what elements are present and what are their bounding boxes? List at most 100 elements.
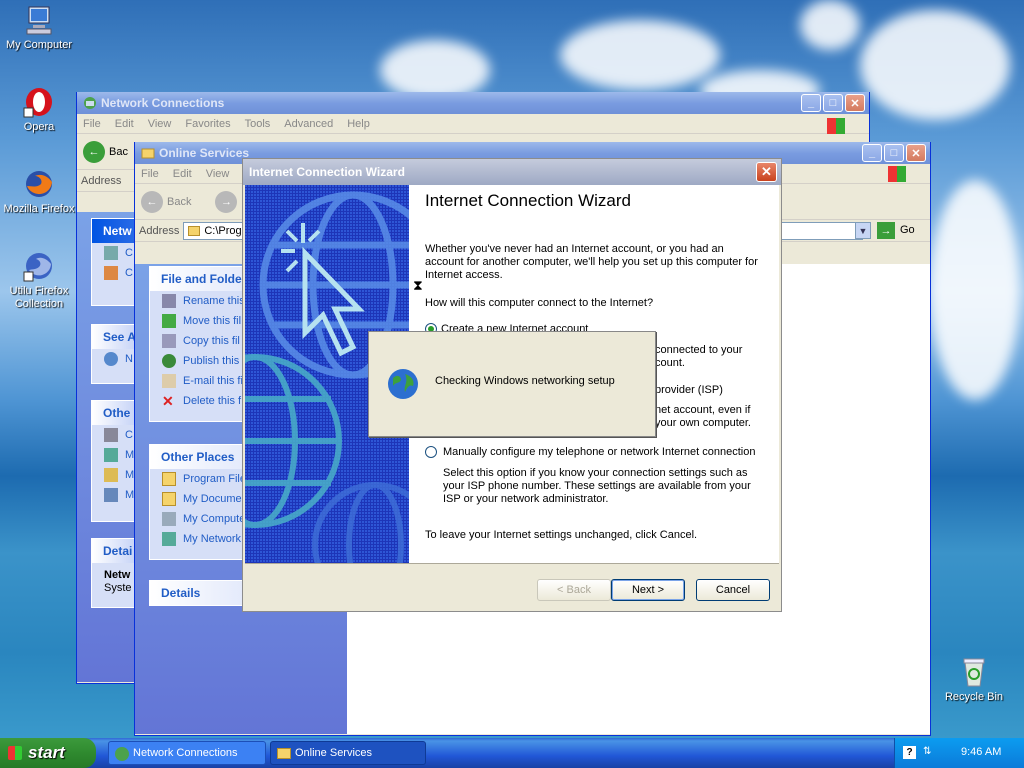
details-header[interactable]: Detai xyxy=(92,539,136,563)
desktop-icon-label: Collection xyxy=(14,298,64,310)
menu-favorites[interactable]: Favorites xyxy=(185,118,230,130)
leave-text: To leave your Internet settings unchange… xyxy=(425,529,698,541)
task-item[interactable]: C xyxy=(92,263,136,283)
details-line: Syste xyxy=(104,582,132,594)
maximize-button[interactable]: □ xyxy=(823,94,843,112)
popup-message: Checking Windows networking setup xyxy=(435,375,615,387)
network-icon xyxy=(115,747,129,761)
forward-arrow-icon[interactable]: → xyxy=(215,190,238,213)
back-button[interactable]: < Back xyxy=(537,579,611,601)
firefox-icon xyxy=(23,168,55,200)
address-label: Address xyxy=(81,174,122,187)
desktop-icon-recycle-bin[interactable]: Recycle Bin xyxy=(935,656,1013,704)
back-arrow-icon[interactable]: ← xyxy=(83,140,105,163)
desktop-icon-firefox[interactable]: Mozilla Firefox xyxy=(0,168,78,216)
option-desc: connected to your xyxy=(655,344,743,356)
details-line: Netw xyxy=(104,569,131,581)
menu-view[interactable]: View xyxy=(148,118,172,130)
go-arrow-icon[interactable]: → xyxy=(877,222,895,239)
computer-icon xyxy=(162,512,176,526)
intro-text: Whether you've never had an Internet acc… xyxy=(425,243,724,255)
globe-icon xyxy=(387,368,419,400)
help-icon[interactable]: ? xyxy=(903,746,916,759)
see-also-header[interactable]: See A xyxy=(92,325,136,349)
wizard-title: Internet Connection Wizard xyxy=(249,165,405,179)
option-desc: ISP or your network administrator. xyxy=(443,493,609,505)
cancel-button[interactable]: Cancel xyxy=(696,579,770,601)
network-icon xyxy=(162,532,176,546)
intro-text: Internet access. xyxy=(425,269,503,281)
clock: 9:46 AM xyxy=(961,746,1002,758)
menu-edit[interactable]: Edit xyxy=(173,168,192,180)
other-item[interactable]: M xyxy=(92,445,136,465)
folder-icon xyxy=(141,146,155,160)
utilu-firefox-icon xyxy=(23,250,55,282)
windows-flag-icon xyxy=(8,746,22,760)
back-button-label[interactable]: Back xyxy=(167,196,191,208)
option-desc: your ISP phone number. These settings ar… xyxy=(443,480,751,492)
net-tasks-box: Netw C C xyxy=(91,218,137,306)
next-button[interactable]: Next > xyxy=(611,579,685,601)
folder-icon xyxy=(277,748,291,759)
email-icon xyxy=(162,374,176,388)
see-also-item[interactable]: N xyxy=(92,349,136,369)
computer-icon xyxy=(23,4,55,36)
folder-icon xyxy=(162,472,176,486)
menu-view[interactable]: View xyxy=(206,168,230,180)
network-connections-titlebar[interactable]: Network Connections _ □ ✕ xyxy=(77,92,869,114)
task-item[interactable]: C xyxy=(92,243,136,263)
close-button[interactable]: ✕ xyxy=(906,144,926,162)
desktop-icon-label: My Computer xyxy=(5,39,73,51)
address-dropdown-icon[interactable]: ▼ xyxy=(855,222,871,239)
taskbar-network-connections[interactable]: Network Connections xyxy=(108,741,266,765)
taskbar-online-services[interactable]: Online Services xyxy=(270,741,426,765)
window-title: Network Connections xyxy=(101,96,225,110)
other-item[interactable]: C xyxy=(92,425,136,445)
move-icon xyxy=(162,314,176,328)
option-desc: Select this option if you know your conn… xyxy=(443,467,748,479)
net-tasks-header[interactable]: Netw xyxy=(92,219,136,243)
system-tray: ? ⇅ 9:46 AM xyxy=(894,738,1024,768)
close-button[interactable]: ✕ xyxy=(756,162,777,182)
back-button-label[interactable]: Bac xyxy=(109,146,128,158)
other-item[interactable]: M xyxy=(92,465,136,485)
other-item[interactable]: M xyxy=(92,485,136,505)
delete-icon: ✕ xyxy=(162,393,174,409)
menu-edit[interactable]: Edit xyxy=(115,118,134,130)
option-desc: count. xyxy=(655,357,685,369)
option-manual-radio[interactable] xyxy=(425,446,437,458)
option-manual-label[interactable]: Manually configure my telephone or netwo… xyxy=(443,446,755,459)
close-button[interactable]: ✕ xyxy=(845,94,865,112)
desktop-icon-utilu-firefox[interactable]: Utilu Firefox Collection xyxy=(0,250,78,311)
globe-icon xyxy=(162,354,176,368)
desktop-icon-label: Recycle Bin xyxy=(944,691,1004,703)
maximize-button[interactable]: □ xyxy=(884,144,904,162)
taskbar: start Network Connections Online Service… xyxy=(0,738,1024,768)
minimize-button[interactable]: _ xyxy=(862,144,882,162)
start-button[interactable]: start xyxy=(0,738,96,768)
menu-file[interactable]: File xyxy=(83,118,101,130)
wizard-titlebar[interactable]: Internet Connection Wizard ✕ xyxy=(243,159,781,185)
desktop-icon-label: Opera xyxy=(23,121,55,133)
option-desc: provider (ISP) xyxy=(655,384,723,396)
minimize-button[interactable]: _ xyxy=(801,94,821,112)
other-places-header[interactable]: Othe xyxy=(92,401,136,425)
wizard-heading: Internet Connection Wizard xyxy=(425,191,631,210)
go-button[interactable]: Go xyxy=(900,224,915,236)
folder-icon xyxy=(162,492,176,506)
net-see-also-box: See A N xyxy=(91,324,137,384)
menu-advanced[interactable]: Advanced xyxy=(284,118,333,130)
hourglass-cursor-icon: ⧗ xyxy=(413,277,423,293)
windows-logo-icon xyxy=(888,166,906,182)
menu-file[interactable]: File xyxy=(141,168,159,180)
network-icon xyxy=(83,96,97,110)
rename-icon xyxy=(162,294,176,308)
menu-bar: File Edit View Favorites Tools Advanced … xyxy=(77,114,869,134)
desktop-icon-my-computer[interactable]: My Computer xyxy=(0,4,78,52)
network-tray-icon[interactable]: ⇅ xyxy=(923,746,935,758)
back-arrow-icon[interactable]: ← xyxy=(141,190,163,213)
desktop-icon-opera[interactable]: Opera xyxy=(0,86,78,134)
opera-icon xyxy=(23,86,55,118)
menu-help[interactable]: Help xyxy=(347,118,370,130)
menu-tools[interactable]: Tools xyxy=(245,118,271,130)
